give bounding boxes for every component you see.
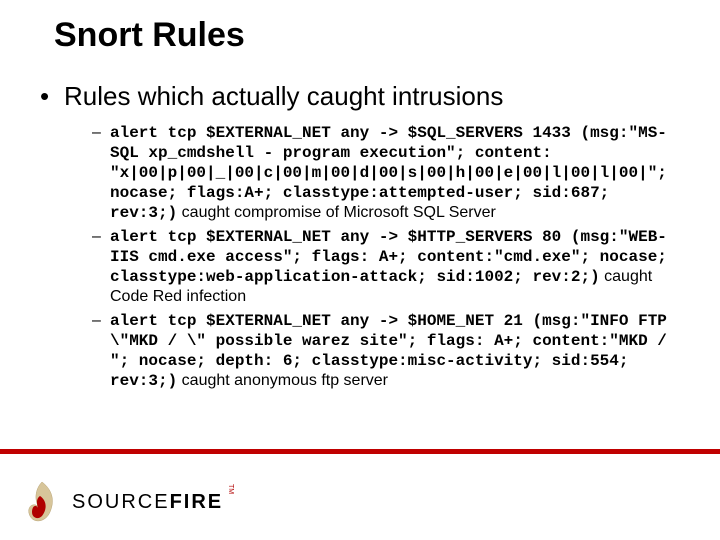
- dash-icon: –: [92, 123, 110, 143]
- rule-body: alert tcp $EXTERNAL_NET any -> $HTTP_SER…: [110, 227, 668, 307]
- slide-content: • Rules which actually caught intrusions…: [0, 63, 720, 391]
- footer-logo: SOURCEFIRE TM: [20, 478, 234, 526]
- divider-bar: [0, 449, 720, 454]
- rule-item: – alert tcp $EXTERNAL_NET any -> $SQL_SE…: [92, 123, 668, 223]
- flame-icon: [20, 478, 64, 526]
- brand-part2: FIRE: [170, 491, 224, 513]
- bullet-dot-icon: •: [40, 81, 64, 111]
- dash-icon: –: [92, 311, 110, 331]
- rule-item: – alert tcp $EXTERNAL_NET any -> $HOME_N…: [92, 311, 668, 391]
- rule-item: – alert tcp $EXTERNAL_NET any -> $HTTP_S…: [92, 227, 668, 307]
- main-bullet: • Rules which actually caught intrusions: [40, 81, 668, 111]
- dash-icon: –: [92, 227, 110, 247]
- rule-body: alert tcp $EXTERNAL_NET any -> $SQL_SERV…: [110, 123, 668, 223]
- main-bullet-text: Rules which actually caught intrusions: [64, 81, 503, 111]
- brand-part1: SOURCE: [72, 491, 170, 513]
- rule-annotation: caught anonymous ftp server: [182, 372, 388, 389]
- rule-body: alert tcp $EXTERNAL_NET any -> $HOME_NET…: [110, 311, 668, 391]
- rule-annotation: caught compromise of Microsoft SQL Serve…: [182, 204, 496, 221]
- slide-title: Snort Rules: [0, 0, 720, 63]
- brand-text: SOURCEFIRE: [72, 491, 223, 514]
- rule-code: alert tcp $EXTERNAL_NET any -> $HTTP_SER…: [110, 228, 667, 286]
- trademark-label: TM: [227, 484, 234, 494]
